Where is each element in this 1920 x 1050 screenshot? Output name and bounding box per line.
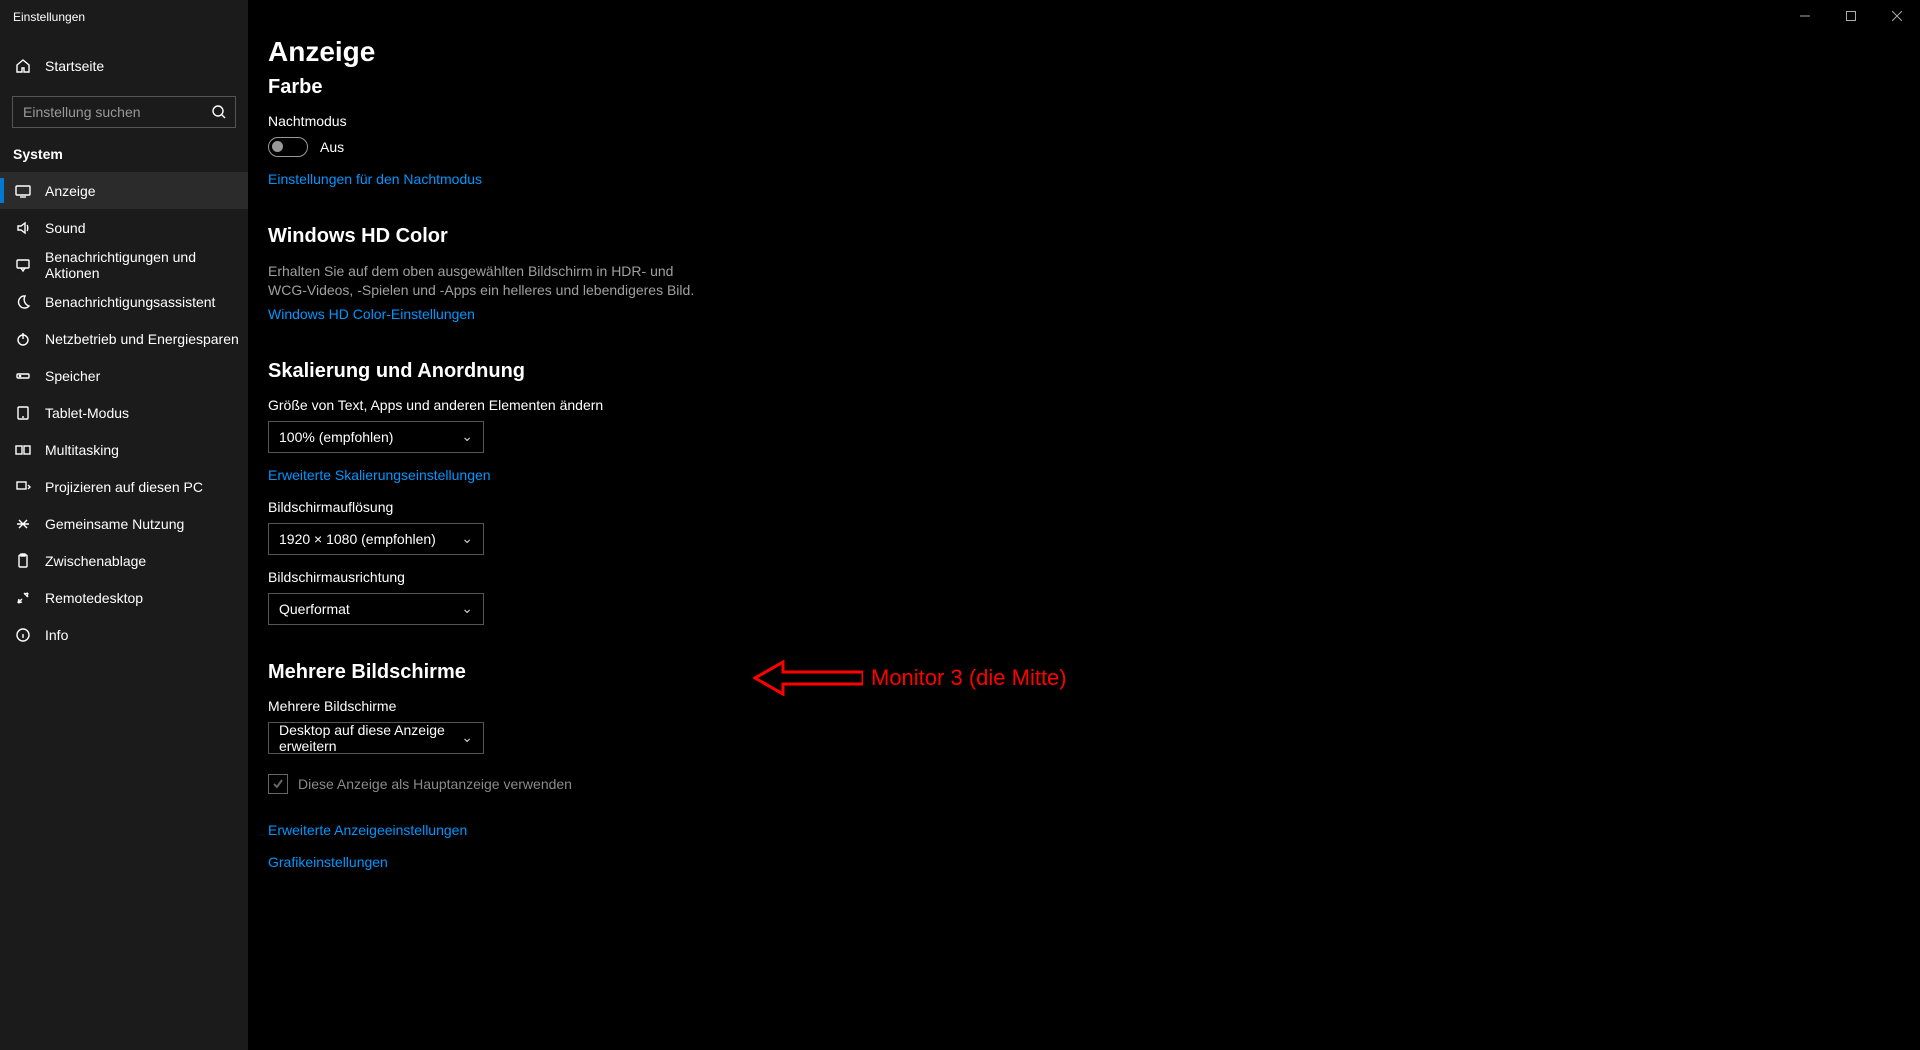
- info-icon: [15, 627, 31, 643]
- hdcolor-desc: Erhalten Sie auf dem oben ausgewählten B…: [268, 262, 698, 300]
- notification-icon: [15, 257, 31, 273]
- maximize-button[interactable]: [1828, 0, 1874, 32]
- section-multi: Mehrere Bildschirme: [268, 661, 1920, 684]
- resolution-dropdown[interactable]: 1920 × 1080 (empfohlen) ⌄: [268, 523, 484, 555]
- chevron-down-icon: ⌄: [461, 428, 473, 445]
- content-area: Anzeige Farbe Nachtmodus Aus Einstellung…: [248, 0, 1920, 1050]
- remote-icon: [15, 590, 31, 606]
- sidebar-item-speicher[interactable]: Speicher: [0, 357, 248, 394]
- sidebar-item-label: Sound: [45, 220, 85, 236]
- titlebar-buttons: [1782, 0, 1920, 32]
- sidebar-item-label: Remotedesktop: [45, 590, 143, 606]
- resolution-value: 1920 × 1080 (empfohlen): [279, 531, 436, 547]
- nightmode-toggle[interactable]: [268, 137, 308, 157]
- tablet-icon: [15, 405, 31, 421]
- orientation-dropdown[interactable]: Querformat ⌄: [268, 593, 484, 625]
- multi-value: Desktop auf diese Anzeige erweitern: [279, 722, 461, 754]
- main-display-checkbox[interactable]: [268, 774, 288, 794]
- close-button[interactable]: [1874, 0, 1920, 32]
- search-placeholder: Einstellung suchen: [23, 104, 141, 120]
- share-icon: [15, 516, 31, 532]
- sidebar-item-label: Info: [45, 627, 68, 643]
- textsize-dropdown[interactable]: 100% (empfohlen) ⌄: [268, 421, 484, 453]
- sidebar-item-benachrichtigungen[interactable]: Benachrichtigungen und Aktionen: [0, 246, 248, 283]
- chevron-down-icon: ⌄: [461, 530, 473, 547]
- storage-icon: [15, 368, 31, 384]
- nav-list: Anzeige Sound Benachrichtigungen und Akt…: [0, 172, 248, 653]
- search-input[interactable]: Einstellung suchen: [12, 96, 236, 128]
- project-icon: [15, 479, 31, 495]
- sound-icon: [15, 220, 31, 236]
- sidebar-item-label: Netzbetrieb und Energiesparen: [45, 331, 239, 347]
- sidebar-item-label: Multitasking: [45, 442, 119, 458]
- main-display-checkbox-label: Diese Anzeige als Hauptanzeige verwenden: [298, 776, 572, 792]
- textsize-label: Größe von Text, Apps und anderen Element…: [268, 397, 1920, 413]
- sidebar-item-info[interactable]: Info: [0, 616, 248, 653]
- multi-dropdown[interactable]: Desktop auf diese Anzeige erweitern ⌄: [268, 722, 484, 754]
- adv-scale-link[interactable]: Erweiterte Skalierungseinstellungen: [268, 467, 491, 483]
- hdcolor-link[interactable]: Windows HD Color-Einstellungen: [268, 306, 475, 322]
- nightmode-state: Aus: [320, 139, 344, 155]
- orientation-value: Querformat: [279, 601, 350, 617]
- resolution-label: Bildschirmauflösung: [268, 499, 1920, 515]
- home-button[interactable]: Startseite: [0, 46, 248, 86]
- display-icon: [15, 183, 31, 199]
- orientation-label: Bildschirmausrichtung: [268, 569, 1920, 585]
- nightmode-settings-link[interactable]: Einstellungen für den Nachtmodus: [268, 171, 482, 187]
- moon-icon: [15, 294, 31, 310]
- page-title: Anzeige: [268, 36, 1920, 68]
- sidebar-item-label: Gemeinsame Nutzung: [45, 516, 184, 532]
- adv-display-link[interactable]: Erweiterte Anzeigeeinstellungen: [268, 822, 467, 838]
- window-title: Einstellungen: [0, 0, 248, 34]
- sidebar-item-remotedesktop[interactable]: Remotedesktop: [0, 579, 248, 616]
- sidebar-item-label: Zwischenablage: [45, 553, 146, 569]
- sidebar-section-label: System: [0, 128, 248, 172]
- section-color: Farbe: [268, 76, 1920, 99]
- sidebar-item-anzeige[interactable]: Anzeige: [0, 172, 248, 209]
- home-icon: [15, 58, 31, 74]
- power-icon: [15, 331, 31, 347]
- textsize-value: 100% (empfohlen): [279, 429, 393, 445]
- sidebar-item-label: Speicher: [45, 368, 100, 384]
- sidebar-item-tablet[interactable]: Tablet-Modus: [0, 394, 248, 431]
- sidebar-item-sound[interactable]: Sound: [0, 209, 248, 246]
- sidebar-item-nutzung[interactable]: Gemeinsame Nutzung: [0, 505, 248, 542]
- minimize-button[interactable]: [1782, 0, 1828, 32]
- section-scale: Skalierung und Anordnung: [268, 360, 1920, 383]
- sidebar-item-label: Benachrichtigungsassistent: [45, 294, 215, 310]
- sidebar-item-netzbetrieb[interactable]: Netzbetrieb und Energiesparen: [0, 320, 248, 357]
- section-hdcolor: Windows HD Color: [268, 225, 1920, 248]
- clipboard-icon: [15, 553, 31, 569]
- multi-label: Mehrere Bildschirme: [268, 698, 1920, 714]
- sidebar-item-label: Tablet-Modus: [45, 405, 129, 421]
- chevron-down-icon: ⌄: [461, 729, 473, 746]
- nightmode-label: Nachtmodus: [268, 113, 1920, 129]
- search-icon: [211, 104, 227, 120]
- chevron-down-icon: ⌄: [461, 600, 473, 617]
- check-icon: [272, 778, 284, 790]
- sidebar-item-multitasking[interactable]: Multitasking: [0, 431, 248, 468]
- sidebar-item-label: Anzeige: [45, 183, 96, 199]
- graphics-link[interactable]: Grafikeinstellungen: [268, 854, 388, 870]
- home-label: Startseite: [45, 58, 104, 74]
- sidebar-item-assistent[interactable]: Benachrichtigungsassistent: [0, 283, 248, 320]
- sidebar-item-projizieren[interactable]: Projizieren auf diesen PC: [0, 468, 248, 505]
- sidebar-item-label: Benachrichtigungen und Aktionen: [45, 249, 248, 281]
- sidebar-item-zwischenablage[interactable]: Zwischenablage: [0, 542, 248, 579]
- multitasking-icon: [15, 442, 31, 458]
- sidebar-item-label: Projizieren auf diesen PC: [45, 479, 203, 495]
- sidebar: Einstellungen Startseite Einstellung suc…: [0, 0, 248, 1050]
